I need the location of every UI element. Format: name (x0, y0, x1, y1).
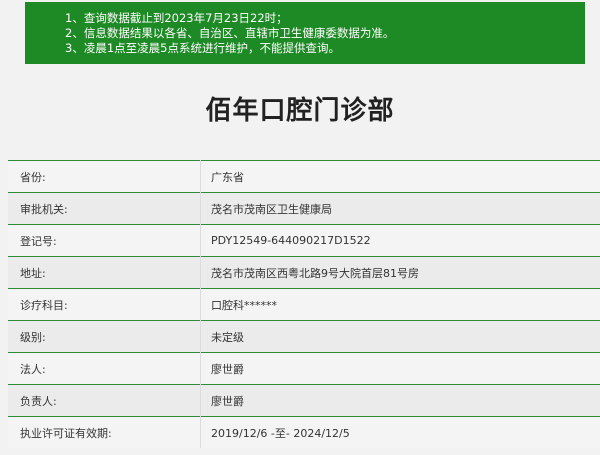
notice-line-1: 1、查询数据截止到2023年7月23日22时； (65, 11, 288, 25)
row-value: 2019/12/6 -至- 2024/12/5 (200, 416, 600, 448)
row-label: 法人: (8, 352, 201, 385)
notice-banner: 1、查询数据截止到2023年7月23日22时； 2、信息数据结果以各省、自治区、… (25, 2, 585, 64)
row-value: 广东省 (200, 160, 600, 193)
row-label: 地址: (8, 256, 201, 289)
table-row-registration-number: 登记号: PDY12549-644090217D1522 (8, 224, 600, 257)
table-row-medical-subjects: 诊疗科目: 口腔科****** (8, 288, 600, 321)
institution-info-table: 省份: 广东省 审批机关: 茂名市茂南区卫生健康局 登记号: PDY12549-… (8, 160, 600, 448)
table-row-address: 地址: 茂名市茂南区西粤北路9号大院首层81号房 (8, 256, 600, 289)
table-row-approval-authority: 审批机关: 茂名市茂南区卫生健康局 (8, 192, 600, 225)
table-row-level: 级别: 未定级 (8, 320, 600, 353)
table-row-person-in-charge: 负责人: 廖世爵 (8, 384, 600, 417)
row-value: 口腔科****** (200, 288, 600, 321)
row-value: 茂名市茂南区西粤北路9号大院首层81号房 (200, 256, 600, 289)
row-label: 诊疗科目: (8, 288, 201, 321)
page-title: 佰年口腔门诊部 (205, 96, 395, 126)
row-value: 未定级 (200, 320, 600, 353)
row-value: 茂名市茂南区卫生健康局 (200, 192, 600, 225)
row-label: 级别: (8, 320, 201, 353)
row-value: 廖世爵 (200, 352, 600, 385)
notice-line-2: 2、信息数据结果以各省、自治区、直辖市卫生健康委数据为准。 (65, 26, 395, 40)
row-value: PDY12549-644090217D1522 (200, 224, 600, 257)
row-label: 执业许可证有效期: (8, 416, 201, 448)
row-label: 负责人: (8, 384, 201, 417)
notice-line-3: 3、凌晨1点至凌晨5点系统进行维护，不能提供查询。 (65, 41, 340, 55)
row-value: 廖世爵 (200, 384, 600, 417)
row-label: 审批机关: (8, 192, 201, 225)
table-row-legal-person: 法人: 廖世爵 (8, 352, 600, 385)
table-row-license-validity: 执业许可证有效期: 2019/12/6 -至- 2024/12/5 (8, 416, 600, 448)
row-label: 省份: (8, 160, 201, 193)
table-row-province: 省份: 广东省 (8, 160, 600, 193)
row-label: 登记号: (8, 224, 201, 257)
